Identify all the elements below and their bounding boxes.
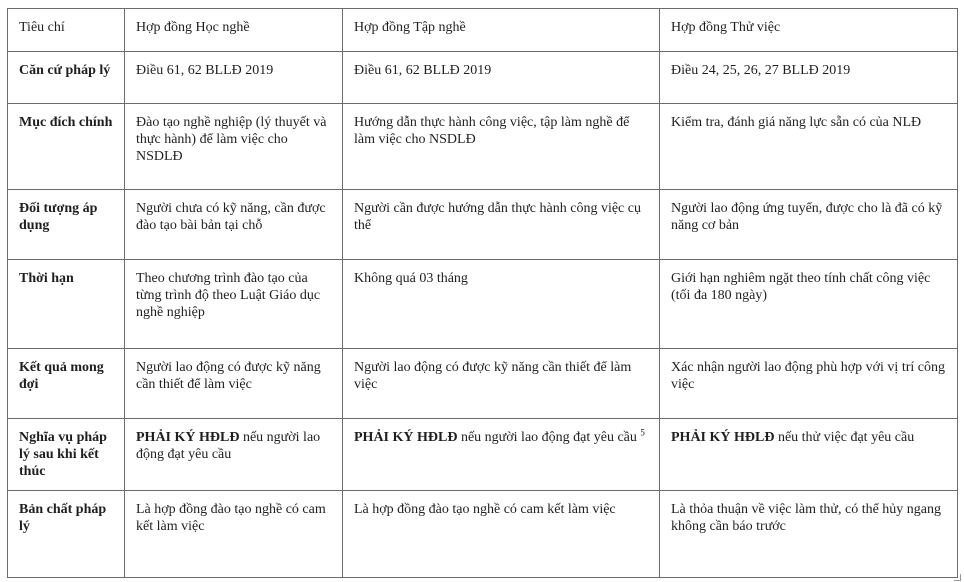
cell-tap-nghe: Điều 61, 62 BLLĐ 2019 [342, 51, 660, 104]
cell-hoc-nghe: Người chưa có kỹ năng, cần được đào tạo … [124, 189, 343, 260]
cell-hoc-nghe: Theo chương trình đào tạo của từng trình… [124, 259, 343, 349]
cell-hoc-nghe: Người lao động có được kỹ năng cần thiết… [124, 348, 343, 419]
criterion-cell: Bản chất pháp lý [7, 490, 125, 578]
cell-tap-nghe: PHẢI KÝ HĐLĐ nếu người lao động đạt yêu … [342, 418, 660, 491]
header-row: Tiêu chí Hợp đồng Học nghề Hợp đồng Tập … [7, 8, 958, 52]
cell-tap-nghe: Là hợp đồng đào tạo nghề có cam kết làm … [342, 490, 660, 578]
header-tap-nghe: Hợp đồng Tập nghề [342, 8, 660, 52]
cell-thu-viec: Kiểm tra, đánh giá năng lực sẵn có của N… [659, 103, 958, 190]
cell-hoc-nghe: Điều 61, 62 BLLĐ 2019 [124, 51, 343, 104]
cell-tap-nghe: Người lao động có được kỹ năng cần thiết… [342, 348, 660, 419]
criterion-cell: Căn cứ pháp lý [7, 51, 125, 104]
cell-thu-viec: Điều 24, 25, 26, 27 BLLĐ 2019 [659, 51, 958, 104]
cell-hoc-nghe: Đào tạo nghề nghiệp (lý thuyết và thực h… [124, 103, 343, 190]
cell-tap-nghe: Không quá 03 tháng [342, 259, 660, 349]
cell-hoc-nghe: PHẢI KÝ HĐLĐ nếu người lao động đạt yêu … [124, 418, 343, 491]
cell-thu-viec: Giới hạn nghiêm ngặt theo tính chất công… [659, 259, 958, 349]
table-row: Căn cứ pháp lý Điều 61, 62 BLLĐ 2019 Điề… [7, 51, 958, 104]
cell-tap-nghe: Hướng dẫn thực hành công việc, tập làm n… [342, 103, 660, 190]
criterion-cell: Đối tượng áp dụng [7, 189, 125, 260]
header-criteria: Tiêu chí [7, 8, 125, 52]
cell-thu-viec: Là thỏa thuận về việc làm thử, có thể hủ… [659, 490, 958, 578]
header-thu-viec: Hợp đồng Thử việc [659, 8, 958, 52]
table-row: Kết quả mong đợi Người lao động có được … [7, 348, 958, 419]
obligation-emphasis: PHẢI KÝ HĐLĐ [136, 430, 240, 445]
table-row: Bản chất pháp lý Là hợp đồng đào tạo ngh… [7, 490, 958, 578]
table-row: Đối tượng áp dụng Người chưa có kỹ năng,… [7, 189, 958, 260]
cell-thu-viec: Người lao động ứng tuyển, được cho là đã… [659, 189, 958, 260]
criterion-cell: Nghĩa vụ pháp lý sau khi kết thúc [7, 418, 125, 491]
table-row: Nghĩa vụ pháp lý sau khi kết thúc PHẢI K… [7, 418, 958, 491]
obligation-text: nếu thử việc đạt yêu cầu [774, 430, 915, 445]
cell-hoc-nghe: Là hợp đồng đào tạo nghề có cam kết làm … [124, 490, 343, 578]
obligation-text: nếu người lao động đạt yêu cầu [457, 430, 641, 445]
table-row: Mục đích chính Đào tạo nghề nghiệp (lý t… [7, 103, 958, 190]
footnote-marker[interactable]: 5 [640, 427, 645, 437]
cell-tap-nghe: Người cần được hướng dẫn thực hành công … [342, 189, 660, 260]
cell-thu-viec: Xác nhận người lao động phù hợp với vị t… [659, 348, 958, 419]
criterion-cell: Mục đích chính [7, 103, 125, 190]
criterion-cell: Thời hạn [7, 259, 125, 349]
table-row: Thời hạn Theo chương trình đào tạo của t… [7, 259, 958, 349]
criterion-cell: Kết quả mong đợi [7, 348, 125, 419]
obligation-emphasis: PHẢI KÝ HĐLĐ [354, 430, 458, 445]
cell-thu-viec: PHẢI KÝ HĐLĐ nếu thử việc đạt yêu cầu [659, 418, 958, 491]
header-hoc-nghe: Hợp đồng Học nghề [124, 8, 343, 52]
comparison-table: Tiêu chí Hợp đồng Học nghề Hợp đồng Tập … [7, 8, 958, 578]
resize-corner-icon [954, 574, 961, 581]
obligation-emphasis: PHẢI KÝ HĐLĐ [671, 430, 775, 445]
